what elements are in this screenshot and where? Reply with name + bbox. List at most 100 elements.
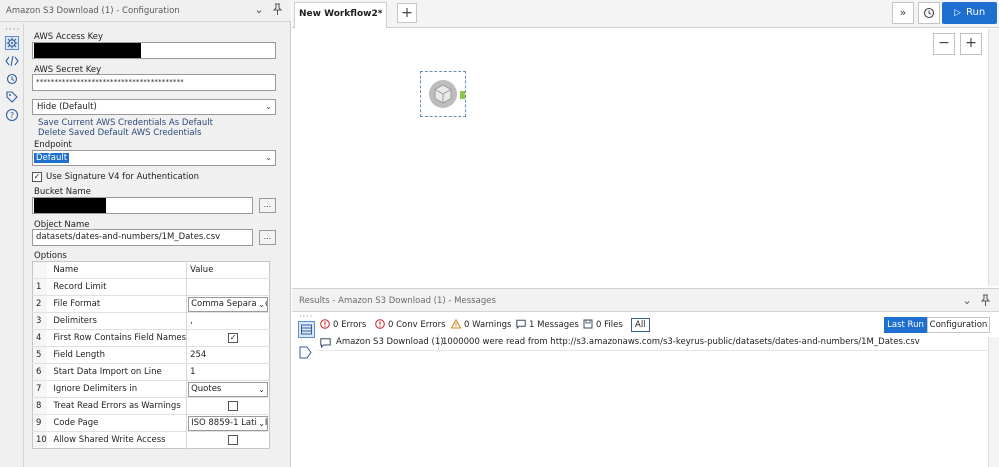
filter-errors[interactable]: 0 Errors: [320, 319, 366, 330]
table-row[interactable]: 1 Record Limit: [32, 278, 270, 296]
table-row[interactable]: 6 Start Data Import on Line 1: [32, 363, 270, 381]
warning-icon: [451, 319, 461, 329]
chevron-down-icon: ⌄: [265, 153, 272, 162]
results-side-toolbar: ····: [292, 312, 316, 467]
option-value-cell[interactable]: [186, 431, 270, 449]
output-anchor[interactable]: [460, 91, 465, 99]
results-title: Results - Amazon S3 Download (1) - Messa…: [299, 296, 496, 306]
signature-v4-checkbox[interactable]: ✓: [32, 172, 42, 182]
filter-messages-label: 1 Messages: [529, 320, 579, 330]
run-button[interactable]: ▷ Run: [942, 2, 997, 24]
column-header-name: Name: [47, 261, 188, 279]
option-name: Treat Read Errors as Warnings: [47, 397, 188, 415]
table-row[interactable]: 3 Delimiters,: [32, 312, 270, 330]
overflow-chevron-button[interactable]: »: [892, 2, 914, 24]
filter-warnings[interactable]: 0 Warnings: [451, 319, 512, 330]
configuration-button[interactable]: Configuration: [927, 317, 990, 333]
option-checkbox[interactable]: [228, 400, 239, 411]
filter-messages[interactable]: 1 Messages: [516, 319, 579, 330]
results-header: Results - Amazon S3 Download (1) - Messa…: [292, 288, 999, 312]
chevron-down-icon[interactable]: ⌄: [252, 3, 266, 17]
chevron-down-icon[interactable]: ⌄: [960, 294, 974, 308]
last-run-button[interactable]: Last Run: [884, 317, 927, 333]
filter-conv-errors[interactable]: 0 Conv Errors: [375, 319, 446, 330]
option-checkbox[interactable]: [228, 434, 239, 445]
code-icon[interactable]: [5, 54, 19, 68]
options-label: Options: [34, 251, 67, 261]
option-value-cell[interactable]: ✓: [186, 329, 270, 347]
row-number: 6: [32, 363, 48, 381]
filter-all[interactable]: All: [631, 318, 650, 332]
workflow-canvas[interactable]: [292, 29, 988, 286]
row-number-header: [32, 261, 48, 279]
tab-new-workflow2[interactable]: New Workflow2*: [294, 2, 387, 28]
pin-icon[interactable]: [978, 294, 992, 308]
option-value-cell[interactable]: 1: [186, 363, 270, 381]
filter-warnings-label: 0 Warnings: [464, 320, 512, 330]
option-select[interactable]: Comma Separated ⌄: [188, 297, 268, 312]
help-icon[interactable]: ?: [5, 108, 19, 122]
option-value-cell[interactable]: ISO 8859-1 Latin I ⌄: [186, 414, 270, 432]
file-icon: [583, 319, 593, 329]
options-header-row: Name Value: [32, 261, 270, 279]
option-value-cell[interactable]: [186, 278, 270, 296]
endpoint-select-value: Default: [34, 153, 70, 163]
object-name-field[interactable]: datasets/dates-and-numbers/1M_Dates.csv: [32, 229, 253, 246]
pin-icon[interactable]: [270, 3, 284, 17]
credentials-select[interactable]: Hide (Default) ⌄: [32, 99, 276, 115]
results-toolbar: 0 Errors 0 Conv Errors 0 Warnings 1 Mess…: [292, 313, 999, 337]
table-row[interactable]: 10 Allow Shared Write Access: [32, 431, 270, 449]
option-select[interactable]: Quotes ⌄: [188, 382, 268, 397]
refresh-icon[interactable]: [5, 72, 19, 86]
play-icon: ▷: [954, 8, 961, 18]
configuration-body: AWS Access Key AWS Secret Key **********…: [25, 23, 290, 467]
table-row[interactable]: 5 Field Length 254: [32, 346, 270, 364]
secret-key-field[interactable]: ****************************************: [32, 74, 276, 91]
gear-icon[interactable]: [5, 36, 19, 50]
message-icon: [320, 338, 331, 348]
row-number: 3: [32, 312, 48, 330]
row-number: 5: [32, 346, 48, 364]
zoom-out-button[interactable]: −: [933, 33, 955, 55]
amazon-s3-download-tool[interactable]: [420, 71, 466, 117]
conv-error-icon: [375, 319, 385, 329]
filter-files[interactable]: 0 Files: [583, 319, 623, 330]
object-browse-button[interactable]: ...: [259, 230, 276, 245]
table-row[interactable]: 9 Code Page ISO 8859-1 Latin I ⌄: [32, 414, 270, 432]
endpoint-select[interactable]: Default ⌄: [32, 150, 276, 166]
table-row[interactable]: 4 First Row Contains Field Names ✓: [32, 329, 270, 347]
configuration-gutter: ···· ?: [0, 23, 24, 467]
table-icon: [301, 324, 312, 335]
option-select[interactable]: ISO 8859-1 Latin I ⌄: [188, 416, 268, 431]
table-row[interactable]: 8 Treat Read Errors as Warnings: [32, 397, 270, 415]
add-tab-button[interactable]: +: [397, 3, 417, 23]
chevron-down-icon: ⌄: [265, 102, 272, 111]
save-credentials-link[interactable]: Save Current AWS Credentials As Default: [38, 118, 213, 128]
table-row[interactable]: 2 File Format Comma Separated ⌄: [32, 295, 270, 313]
tag-icon[interactable]: [5, 90, 19, 104]
results-scrollbar[interactable]: [988, 337, 999, 467]
table-view-button[interactable]: [298, 321, 315, 338]
option-value-cell[interactable]: [186, 397, 270, 415]
table-row[interactable]: 7 Ignore Delimiters in Quotes ⌄: [32, 380, 270, 398]
row-number: 7: [32, 380, 48, 398]
delete-credentials-link[interactable]: Delete Saved Default AWS Credentials: [38, 128, 201, 138]
tag-view-button[interactable]: [298, 345, 315, 362]
option-value-cell[interactable]: 254: [186, 346, 270, 364]
option-name: Record Limit: [47, 278, 188, 296]
option-value-cell[interactable]: ,: [186, 312, 270, 330]
option-value-cell[interactable]: Comma Separated ⌄: [186, 295, 270, 313]
zoom-in-button[interactable]: +: [960, 33, 982, 55]
option-value-cell[interactable]: Quotes ⌄: [186, 380, 270, 398]
option-name: File Format: [47, 295, 188, 313]
arrow-tag-icon: [299, 346, 312, 359]
option-checkbox[interactable]: ✓: [228, 332, 239, 343]
canvas-scrollbar[interactable]: [988, 29, 999, 286]
configuration-header: Amazon S3 Download (1) - Configuration ⌄: [0, 0, 291, 22]
access-key-field[interactable]: [32, 42, 276, 59]
svg-text:?: ?: [10, 111, 14, 120]
history-button[interactable]: [918, 2, 940, 24]
bucket-browse-button[interactable]: ...: [259, 198, 276, 213]
bucket-name-field[interactable]: [32, 197, 253, 214]
message-row[interactable]: Amazon S3 Download (1) 1000000 were read…: [317, 335, 988, 351]
